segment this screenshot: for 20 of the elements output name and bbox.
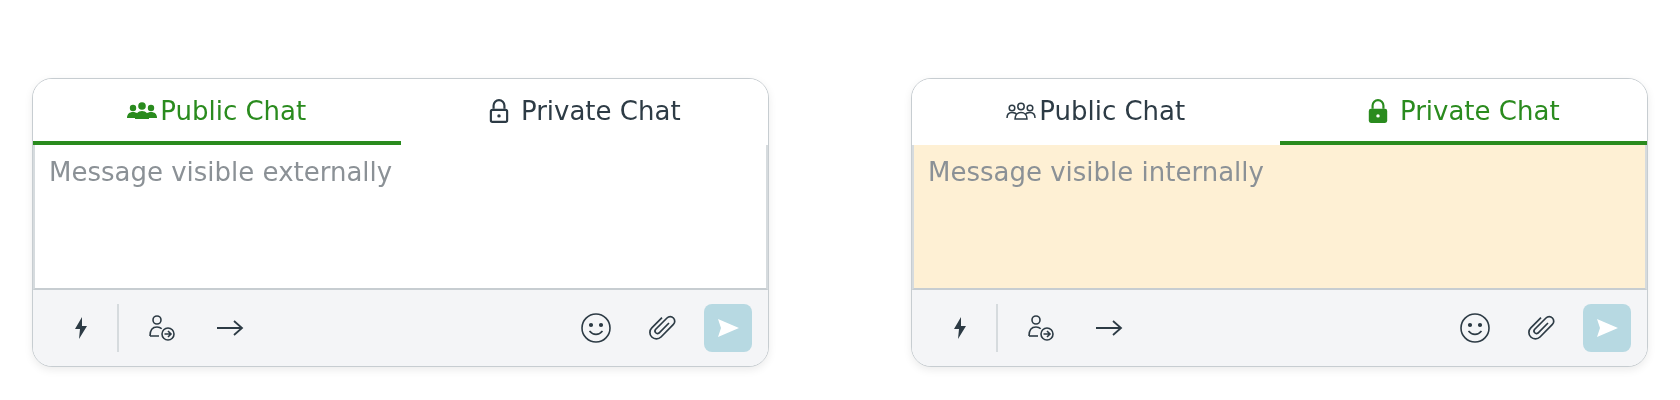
paperclip-icon[interactable]: [648, 314, 676, 342]
arrow-right-icon[interactable]: [215, 318, 245, 338]
people-icon: [1006, 101, 1037, 121]
chat-tab[interactable]: Private Chat: [1279, 79, 1647, 145]
smiley-icon[interactable]: [1459, 312, 1491, 344]
message-field[interactable]: Message visible externally: [33, 145, 768, 290]
chat-tab[interactable]: Private Chat: [400, 79, 768, 145]
lightning-icon[interactable]: [952, 316, 968, 340]
lightning-icon[interactable]: [73, 316, 89, 340]
send-icon: [1595, 316, 1619, 340]
paperclip-icon[interactable]: [1527, 314, 1555, 342]
smiley-icon[interactable]: [580, 312, 612, 344]
message-field[interactable]: Message visible internally: [912, 145, 1647, 290]
chat-tab[interactable]: Public Chat: [33, 79, 401, 145]
lock-icon: [487, 98, 510, 124]
chat-tab[interactable]: Public Chat: [912, 79, 1280, 145]
arrow-right-icon[interactable]: [1094, 318, 1124, 338]
lock-icon: [1366, 98, 1389, 124]
send-icon: [716, 316, 740, 340]
people-icon: [127, 101, 158, 121]
